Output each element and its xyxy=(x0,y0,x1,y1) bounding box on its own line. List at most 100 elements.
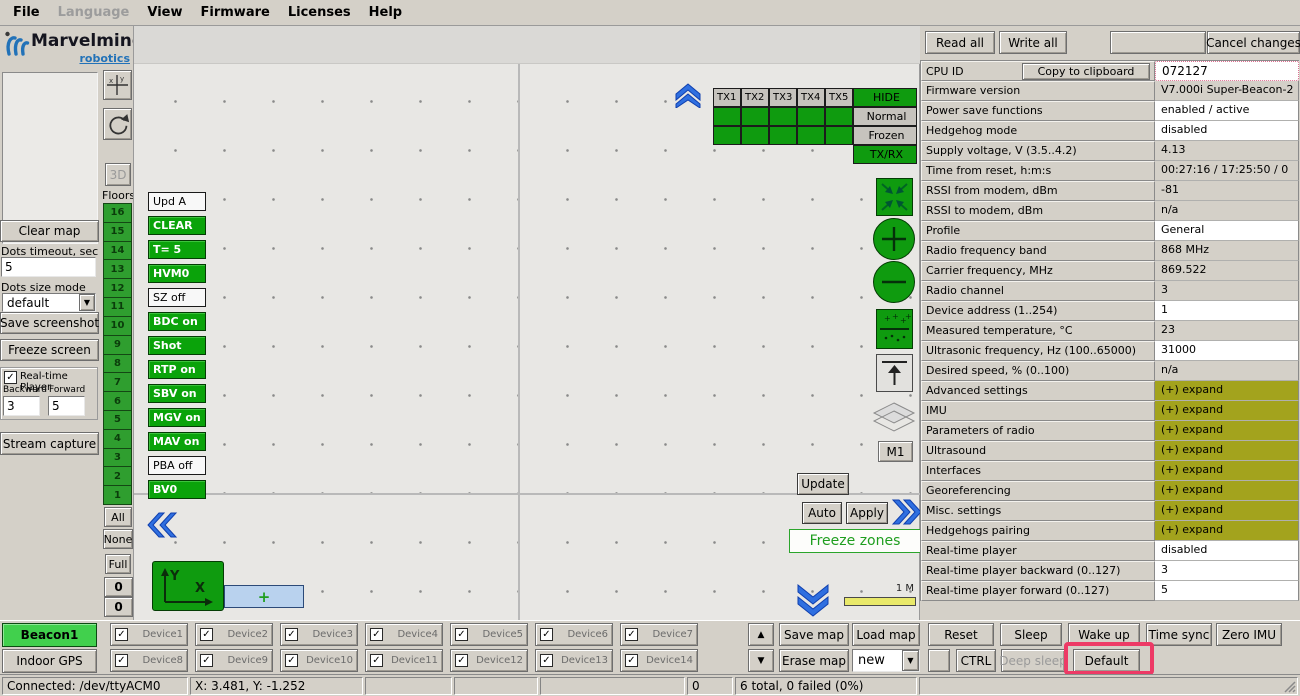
setting-value[interactable]: (+) expand xyxy=(1155,441,1299,461)
device-checkbox[interactable]: ✓ xyxy=(285,654,298,667)
tx-frozen-button[interactable]: Frozen xyxy=(853,126,917,145)
tx5-header[interactable]: TX5 xyxy=(825,88,853,107)
save-map-button[interactable]: Save map xyxy=(779,623,849,646)
tx-cell[interactable] xyxy=(825,126,853,145)
setting-value[interactable]: 4.13 xyxy=(1155,141,1299,161)
device-checkbox[interactable]: ✓ xyxy=(115,654,128,667)
floor-cell[interactable]: 13 xyxy=(103,259,132,279)
save-screenshot-button[interactable]: Save screenshot xyxy=(0,312,99,334)
device-checkbox[interactable]: ✓ xyxy=(625,654,638,667)
device-button[interactable]: ✓ Device10 xyxy=(280,649,358,672)
ctrl-checkbox[interactable] xyxy=(928,649,950,672)
cancel-changes-button[interactable]: Cancel changes xyxy=(1207,31,1300,54)
floor-cell[interactable]: 10 xyxy=(103,316,132,336)
floor-cell[interactable]: 8 xyxy=(103,354,132,374)
floor-cell[interactable]: 15 xyxy=(103,222,132,242)
floor-cell[interactable]: 9 xyxy=(103,335,132,355)
device-checkbox[interactable]: ✓ xyxy=(455,654,468,667)
map-toggle-button[interactable]: CLEAR xyxy=(148,216,206,235)
map-select[interactable]: new ▼ xyxy=(852,649,920,672)
load-map-button[interactable]: Load map xyxy=(852,623,920,646)
map-toggle-button[interactable]: BV0 xyxy=(148,480,206,499)
device-button[interactable]: ✓ Device3 xyxy=(280,623,358,646)
resize-grip[interactable] xyxy=(1283,680,1296,693)
map-toggle-button[interactable]: SZ off xyxy=(148,288,206,307)
tx-cell[interactable] xyxy=(769,107,797,126)
device-button[interactable]: ✓ Device2 xyxy=(195,623,273,646)
device-button[interactable]: ✓ Device14 xyxy=(620,649,698,672)
axes-orientation-button[interactable]: Y X xyxy=(152,561,224,611)
menu-item[interactable]: View xyxy=(138,1,191,24)
setting-value[interactable]: 5 xyxy=(1155,581,1299,601)
setting-value[interactable]: V7.000i Super-Beacon-2 xyxy=(1155,81,1299,101)
setting-value[interactable]: (+) expand xyxy=(1155,421,1299,441)
device-checkbox[interactable]: ✓ xyxy=(200,628,213,641)
device-button[interactable]: ✓ Device4 xyxy=(365,623,443,646)
device-button[interactable]: ✓ Device5 xyxy=(450,623,528,646)
tx-cell[interactable] xyxy=(797,126,825,145)
setting-value[interactable]: (+) expand xyxy=(1155,461,1299,481)
freeze-zones-button[interactable]: Freeze zones xyxy=(789,529,921,553)
setting-value[interactable]: 00:27:16 / 17:25:50 / 0 xyxy=(1155,161,1299,181)
blank-button[interactable] xyxy=(1110,31,1206,54)
floor-cell[interactable]: 2 xyxy=(103,466,132,486)
setting-value[interactable]: (+) expand xyxy=(1155,521,1299,541)
cpu-id-value[interactable]: 072127 xyxy=(1155,61,1299,81)
view-3d-button[interactable]: 3D xyxy=(105,163,131,186)
setting-value[interactable]: (+) expand xyxy=(1155,481,1299,501)
map-toggle-button[interactable]: Upd A xyxy=(148,192,206,211)
map-toggle-button[interactable]: BDC on xyxy=(148,312,206,331)
chevron-down-icon[interactable]: ▼ xyxy=(79,294,95,311)
device-checkbox[interactable]: ✓ xyxy=(625,628,638,641)
floor-cell[interactable]: 16 xyxy=(103,203,132,223)
device-checkbox[interactable]: ✓ xyxy=(115,628,128,641)
tx-cell[interactable] xyxy=(741,107,769,126)
add-submap-button[interactable]: + xyxy=(224,585,304,608)
device-button[interactable]: ✓ Device11 xyxy=(365,649,443,672)
map-toggle-button[interactable]: MGV on xyxy=(148,408,206,427)
device-button[interactable]: ✓ Device6 xyxy=(535,623,613,646)
freeze-screen-button[interactable]: Freeze screen xyxy=(0,339,99,361)
tx-hide-button[interactable]: HIDE xyxy=(853,88,917,107)
setting-value[interactable]: 31000 xyxy=(1155,341,1299,361)
ctrl-button[interactable]: CTRL xyxy=(956,649,996,672)
time-sync-button[interactable]: Time sync xyxy=(1146,623,1212,646)
tx-cell[interactable] xyxy=(769,126,797,145)
floor-cell[interactable]: 3 xyxy=(103,448,132,468)
device-button[interactable]: ✓ Device12 xyxy=(450,649,528,672)
pan-up-icon[interactable] xyxy=(673,82,703,108)
devices-scroll-down-button[interactable]: ▼ xyxy=(748,649,774,672)
devices-scroll-up-button[interactable]: ▲ xyxy=(748,623,774,646)
pan-left-icon[interactable] xyxy=(144,510,178,540)
tx-txrx-button[interactable]: TX/RX xyxy=(853,145,917,164)
device-button[interactable]: ✓ Device7 xyxy=(620,623,698,646)
map-toggle-button[interactable]: MAV on xyxy=(148,432,206,451)
zoom-out-button[interactable] xyxy=(873,261,915,303)
update-button[interactable]: Update xyxy=(797,473,849,495)
layers-icon[interactable] xyxy=(871,401,917,441)
pan-down-icon[interactable] xyxy=(794,583,832,617)
device-checkbox[interactable]: ✓ xyxy=(200,654,213,667)
menu-item[interactable]: Firmware xyxy=(192,1,279,24)
floor-cell[interactable]: 5 xyxy=(103,410,132,430)
setting-value[interactable]: 23 xyxy=(1155,321,1299,341)
map-toggle-button[interactable]: PBA off xyxy=(148,456,206,475)
setting-value[interactable]: 869.522 xyxy=(1155,261,1299,281)
chevron-down-icon[interactable]: ▼ xyxy=(902,650,919,671)
auto-button[interactable]: Auto xyxy=(802,502,842,524)
setting-value[interactable]: 3 xyxy=(1155,561,1299,581)
tx4-header[interactable]: TX4 xyxy=(797,88,825,107)
m1-button[interactable]: M1 xyxy=(878,441,913,462)
reset-button[interactable]: Reset xyxy=(928,623,994,646)
floor-cell[interactable]: 6 xyxy=(103,391,132,411)
setting-value[interactable]: General xyxy=(1155,221,1299,241)
device-button[interactable]: ✓ Device1 xyxy=(110,623,188,646)
setting-value[interactable]: enabled / active xyxy=(1155,101,1299,121)
floor-cell[interactable]: 7 xyxy=(103,372,132,392)
ceiling-arrow-button[interactable] xyxy=(876,354,913,392)
floors-all-button[interactable]: All xyxy=(104,507,132,527)
forward-input[interactable] xyxy=(48,396,85,416)
map-toggle-button[interactable]: HVM0 xyxy=(148,264,206,283)
setting-value[interactable]: disabled xyxy=(1155,121,1299,141)
menu-item[interactable]: Language xyxy=(49,1,139,24)
